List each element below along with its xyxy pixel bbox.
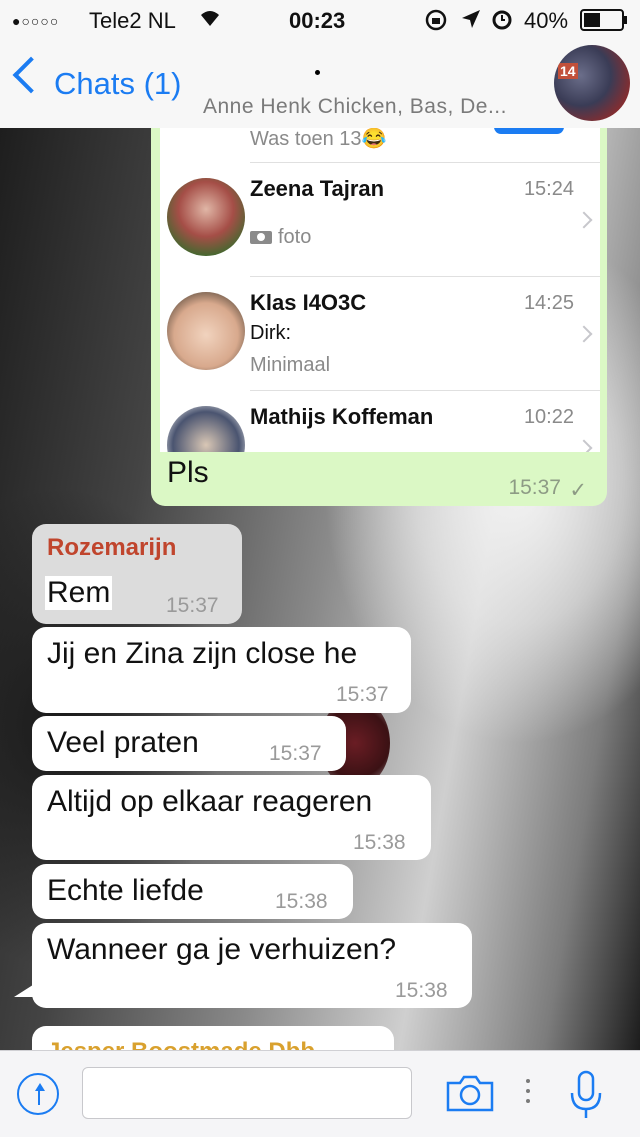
message-time: 15:37 — [269, 742, 322, 765]
carrier-label: Tele2 NL — [89, 8, 176, 33]
avatar — [167, 178, 245, 256]
avatar — [167, 406, 245, 452]
message-text: Rem — [45, 576, 113, 610]
arrow-up-icon — [35, 1083, 45, 1091]
typing-dot — [315, 70, 320, 75]
chat-time: 15:24 — [523, 178, 574, 200]
chat-name: Mathijs Koffeman — [250, 404, 434, 429]
message-time: 15:38 — [395, 979, 448, 1002]
screenshot-chat-row: Zeena Tajran 15:24 foto — [160, 164, 600, 274]
screenshot-chat-row: Klas I4O3C 14:25 Dirk: Minimaal — [160, 278, 600, 388]
more-dots-icon — [526, 1079, 530, 1109]
chat-time: 14:25 — [523, 292, 574, 314]
screenshot-top-row: Was toen 13😂 — [160, 128, 600, 158]
message-time: 15:38 — [275, 890, 328, 913]
incoming-message[interactable]: Echte liefde 15:38 — [32, 864, 353, 919]
attach-button[interactable] — [17, 1073, 59, 1115]
chevron-right-icon — [575, 325, 593, 343]
incoming-message[interactable]: Veel praten 15:37 — [32, 716, 346, 771]
message-input[interactable] — [82, 1067, 412, 1119]
chat-time: 10:22 — [523, 406, 574, 428]
divider — [250, 162, 600, 163]
incoming-message[interactable]: Jij en Zina zijn close he 15:37 — [32, 627, 411, 713]
location-icon — [460, 8, 482, 36]
chat-preview: foto — [278, 226, 312, 248]
divider — [250, 390, 600, 391]
sent-check-icon: ✓ — [569, 479, 587, 502]
unread-pill — [494, 128, 564, 134]
message-text: Pls — [167, 456, 209, 489]
incoming-message[interactable]: Altijd op elkaar reageren 15:38 — [32, 775, 431, 860]
chat-name: Zeena Tajran — [250, 176, 385, 201]
message-time: 15:37 — [166, 594, 219, 617]
chevron-right-icon — [575, 439, 593, 452]
microphone-icon[interactable] — [566, 1069, 606, 1121]
chevron-left-icon — [12, 56, 50, 94]
chat-preview: Minimaal — [250, 354, 331, 376]
rotation-lock-icon — [424, 8, 448, 38]
back-button[interactable]: Chats (1) — [0, 40, 200, 128]
wifi-icon — [198, 6, 222, 34]
message-time: 15:37 — [508, 476, 561, 499]
battery-percent: 40% — [524, 8, 569, 33]
incoming-message[interactable]: Wanneer ga je verhuizen? 15:38 — [32, 923, 472, 1008]
message-text: Echte liefde — [47, 874, 204, 907]
divider — [250, 276, 600, 277]
alarm-icon — [490, 7, 514, 37]
message-text: Altijd op elkaar reageren — [47, 785, 373, 818]
chat-preview-sender: Dirk: — [250, 322, 292, 344]
avatar — [167, 292, 245, 370]
clock-time: 00:23 — [289, 8, 346, 33]
camera-icon[interactable] — [445, 1073, 495, 1113]
group-members[interactable]: Anne Henk Chicken, Bas, De... — [203, 95, 507, 119]
snippet-text: Was toen 13😂 — [250, 128, 387, 150]
signal-indicator: ●○○○○ — [12, 13, 60, 29]
chat-header: Chats (1) Anne Henk Chicken, Bas, De... … — [0, 40, 640, 129]
arrow-stem — [38, 1089, 40, 1105]
sender-name: Rozemarijn — [47, 534, 177, 561]
screenshot-chat-row: Mathijs Koffeman 10:22 — [160, 392, 600, 452]
outgoing-message[interactable]: Was toen 13😂 Zeena Tajran 15:24 foto Kla… — [151, 128, 607, 506]
bubble-tail — [14, 983, 36, 997]
avatar-badge: 14 — [558, 63, 578, 79]
message-text: Wanneer ga je verhuizen? — [47, 933, 397, 966]
camera-icon — [250, 228, 272, 249]
group-avatar[interactable]: 14 — [554, 45, 630, 121]
back-label: Chats (1) — [54, 66, 182, 101]
battery-icon — [580, 9, 630, 37]
chevron-right-icon — [575, 211, 593, 229]
message-input-bar — [0, 1050, 640, 1137]
screenshot-image[interactable]: Was toen 13😂 Zeena Tajran 15:24 foto Kla… — [160, 128, 600, 452]
status-bar: ●○○○○ Tele2 NL 00:23 40% — [0, 0, 640, 40]
chat-name: Klas I4O3C — [250, 290, 367, 315]
message-time: 15:37 — [336, 683, 389, 706]
message-time: 15:38 — [353, 831, 406, 854]
incoming-message[interactable]: Rozemarijn Rem 15:37 — [32, 524, 242, 624]
message-text: Jij en Zina zijn close he — [47, 637, 358, 670]
message-text: Veel praten — [47, 726, 199, 759]
